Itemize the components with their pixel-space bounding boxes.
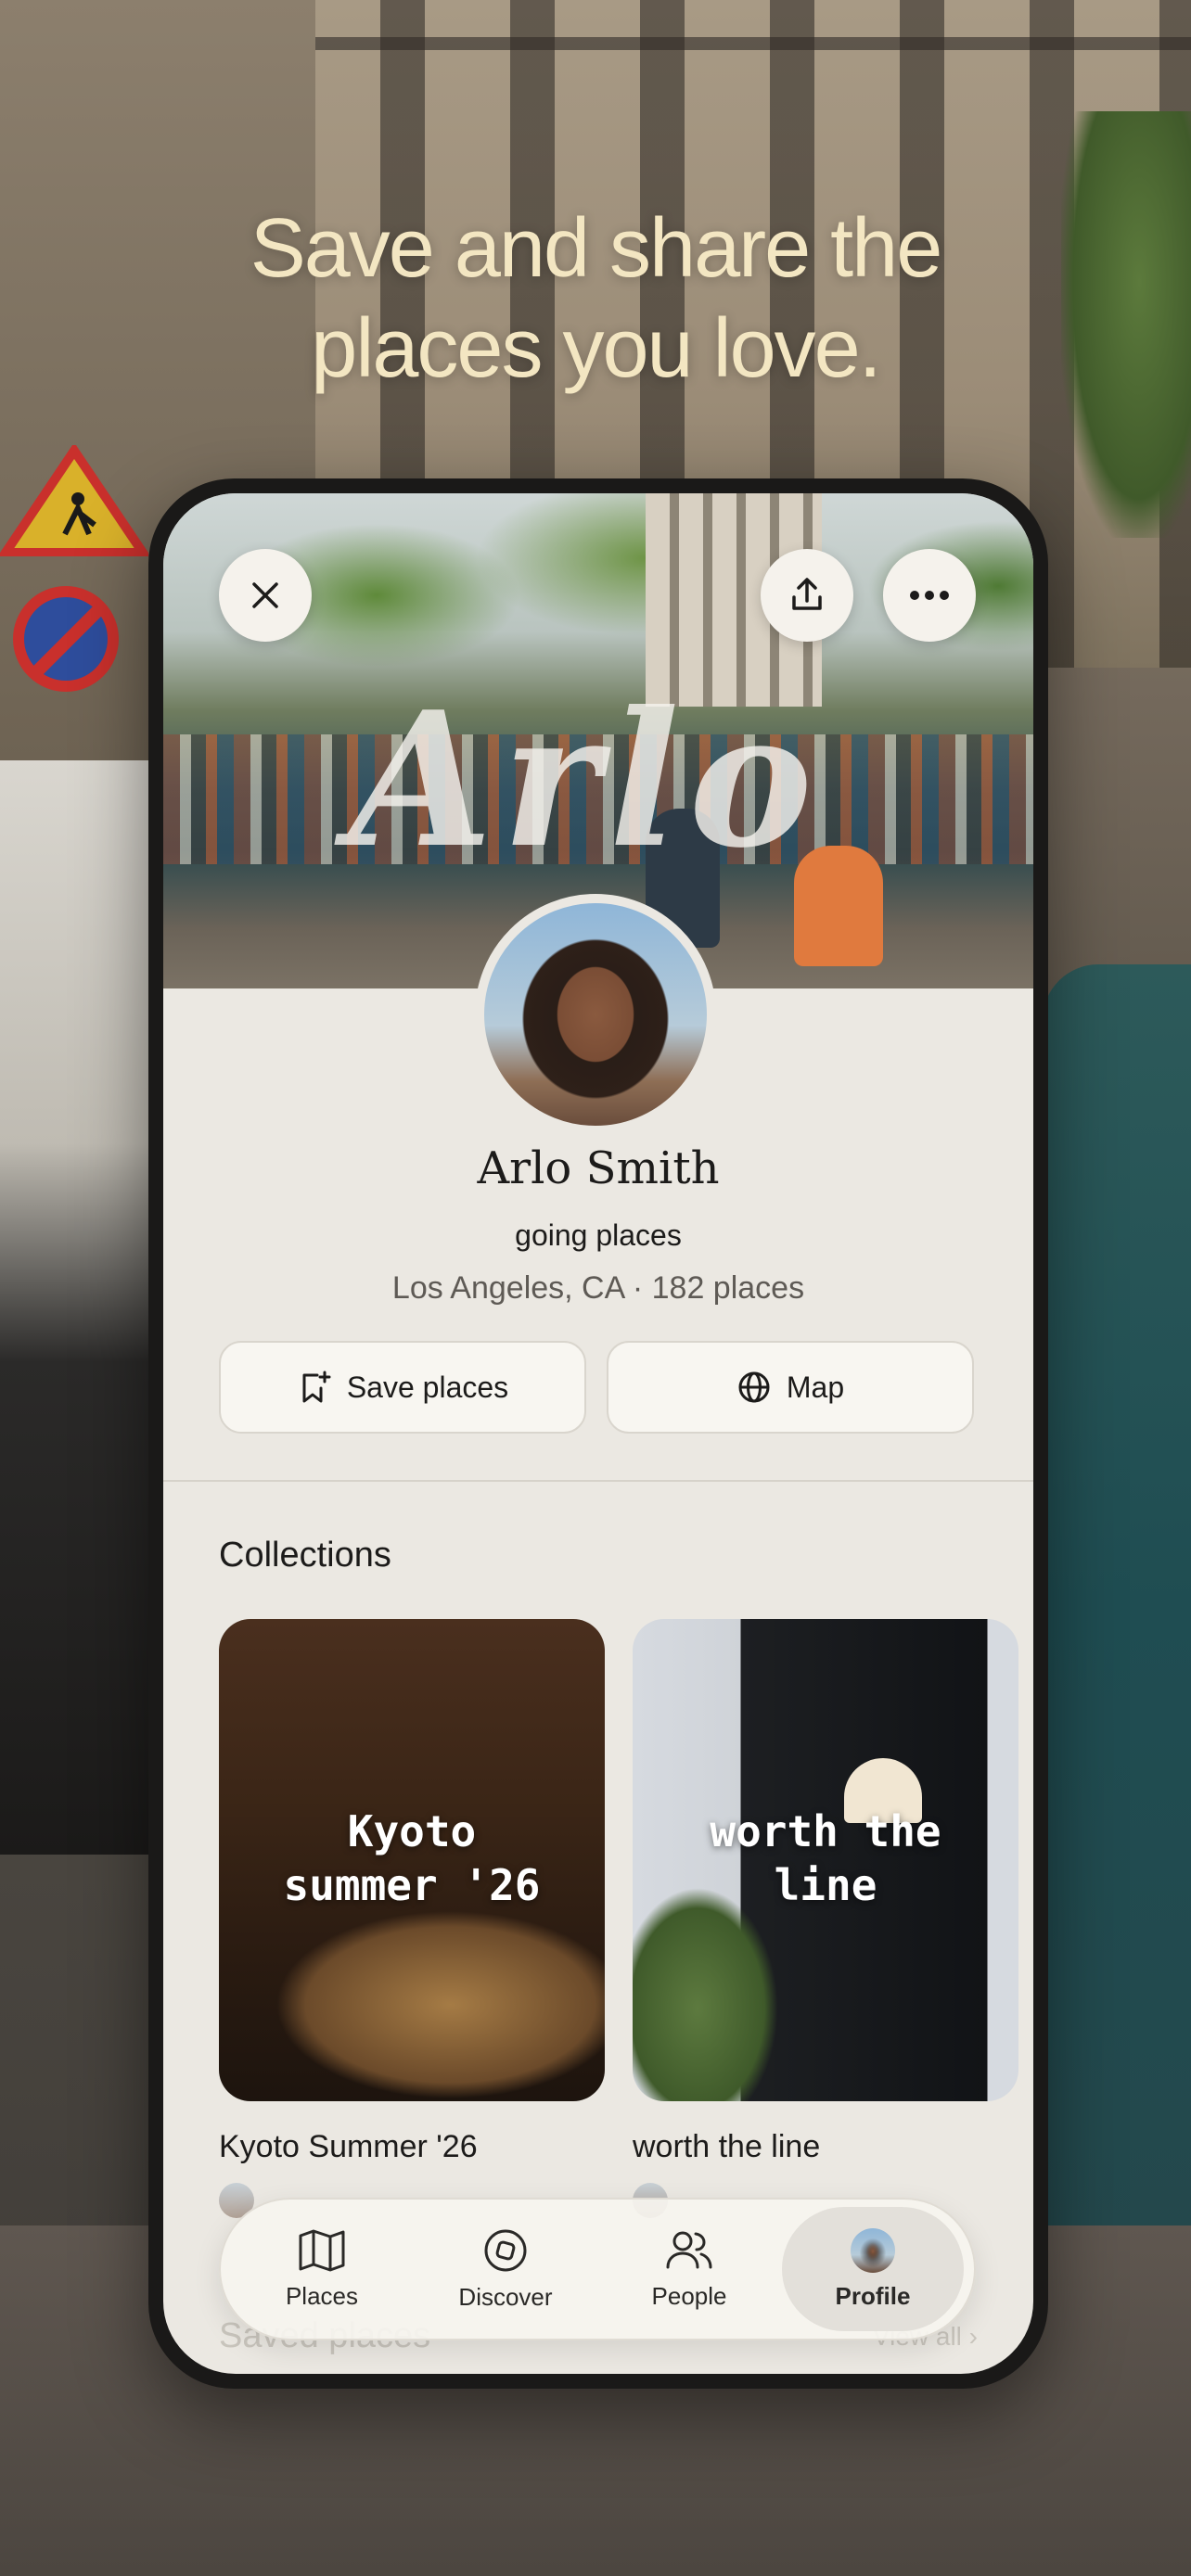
map-button[interactable]: Map [607, 1341, 974, 1434]
close-button[interactable] [219, 549, 312, 642]
tab-label: People [651, 2281, 727, 2310]
collections-title: Collections [219, 1536, 391, 1575]
tab-bar: Places Discover People Profile [219, 2198, 976, 2340]
map-icon [299, 2229, 345, 2271]
tab-people[interactable]: People [598, 2207, 780, 2331]
tab-label: Profile [835, 2281, 911, 2310]
tab-label: Places [285, 2281, 359, 2310]
tab-places[interactable]: Places [231, 2207, 413, 2331]
discover-icon [484, 2229, 527, 2271]
profile-screen: Arlo Arlo Smith going places Los Angeles… [163, 493, 1033, 2374]
divider [163, 1480, 1033, 1482]
collection-card-kyoto[interactable]: Kyoto summer '26 [219, 1619, 605, 2101]
collection-card-overlay: Kyoto summer '26 [283, 1806, 541, 1910]
collection-title[interactable]: worth the line [633, 2129, 820, 2165]
share-icon [792, 578, 822, 610]
background-van [1043, 964, 1191, 2244]
collection-title[interactable]: Kyoto Summer '26 [219, 2129, 478, 2165]
avatar [851, 2227, 895, 2273]
profile-meta: Los Angeles, CA · 182 places [391, 1270, 805, 1306]
share-button[interactable] [761, 549, 853, 642]
close-icon [252, 582, 278, 608]
profile-tagline: going places [515, 1218, 682, 1252]
map-label: Map [786, 1370, 845, 1404]
background-car [0, 760, 158, 1855]
people-icon [666, 2231, 712, 2268]
headline: Save and share the places you love. [250, 202, 943, 395]
profile-name: Arlo Smith [477, 1142, 720, 1194]
road-work-sign-icon [0, 445, 148, 556]
save-places-label: Save places [346, 1370, 509, 1404]
profile-avatar [475, 894, 716, 1135]
more-icon [910, 591, 949, 600]
tab-label: Discover [458, 2282, 553, 2311]
phone-frame: Arlo Arlo Smith going places Los Angeles… [148, 478, 1048, 2389]
collection-card-overlay: worth the line [710, 1806, 941, 1910]
tab-profile[interactable]: Profile [782, 2207, 964, 2331]
cover-person [794, 846, 883, 966]
save-places-button[interactable]: Save places [219, 1341, 586, 1434]
tab-discover[interactable]: Discover [415, 2207, 596, 2331]
collection-card-worth-the-line[interactable]: worth the line [633, 1619, 1018, 2101]
no-parking-sign-icon [13, 586, 119, 692]
globe-icon [738, 1371, 770, 1403]
cover-crowd [163, 734, 1033, 864]
more-options-button[interactable] [883, 549, 976, 642]
bookmark-plus-icon [302, 1371, 331, 1403]
